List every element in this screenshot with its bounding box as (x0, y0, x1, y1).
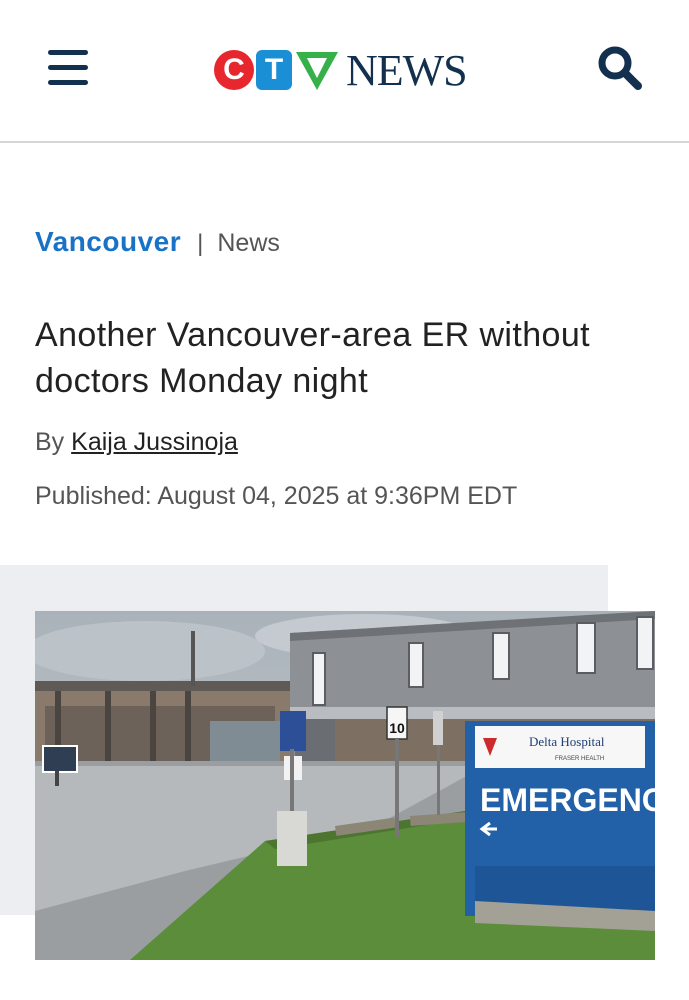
hamburger-menu-icon[interactable] (48, 50, 88, 86)
search-icon[interactable] (596, 44, 644, 92)
breadcrumb-separator: | (197, 230, 204, 257)
logo-word-news: NEWS (346, 46, 468, 95)
byline-prefix: By (35, 428, 65, 456)
byline: By Kaija Jussinoja (35, 428, 238, 457)
logo-letter-t: T (256, 50, 292, 90)
breadcrumb: Vancouver | News (35, 226, 280, 266)
ctv-news-logo[interactable]: C T NEWS (214, 46, 476, 95)
hospital-photo-illustration: 10 Delta Hospital FRASER HEALTH EMERGENC… (35, 611, 655, 960)
published-date: Published: August 04, 2025 at 9:36PM EDT (35, 482, 518, 510)
sign-hospital-name: Delta Hospital (529, 734, 605, 749)
author-link[interactable]: Kaija Jussinoja (71, 428, 238, 456)
logo-letter-v-icon (296, 52, 338, 90)
article-headline: Another Vancouver-area ER without doctor… (35, 316, 590, 400)
site-header: C T NEWS (0, 0, 689, 143)
logo-letter-c: C (214, 50, 254, 90)
subsection-link-news[interactable]: News (217, 229, 280, 257)
article-photo[interactable]: 10 Delta Hospital FRASER HEALTH EMERGENC… (35, 611, 655, 960)
section-link-vancouver[interactable]: Vancouver (35, 226, 181, 257)
sign-health-authority: FRASER HEALTH (555, 756, 604, 762)
sign-emergency-text: EMERGENCY (480, 782, 655, 818)
speed-limit-value: 10 (389, 720, 405, 736)
